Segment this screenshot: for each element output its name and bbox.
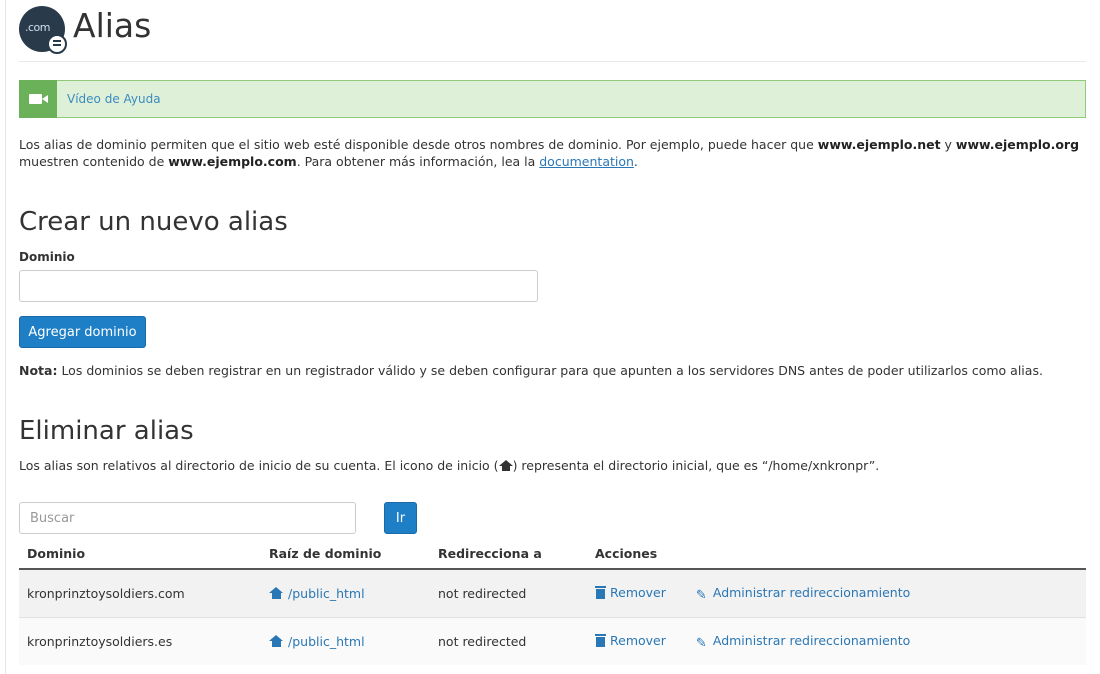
page-header: .com Alias	[19, 0, 1086, 62]
delete-desc-text: Los alias son relativos al directorio de…	[19, 458, 499, 473]
domain-input[interactable]	[19, 270, 538, 302]
example-org: www.ejemplo.org	[955, 137, 1080, 152]
note-label: Nota:	[19, 363, 58, 378]
help-video-bar: Vídeo de Ayuda	[19, 80, 1086, 118]
root-cell: /public_html	[261, 569, 430, 617]
table-header-row: Dominio Raíz de dominio Redirecciona a A…	[19, 538, 1086, 570]
delete-description: Los alias son relativos al directorio de…	[19, 458, 879, 473]
column-header-domain[interactable]: Dominio	[19, 538, 261, 570]
page-title: Alias	[73, 6, 152, 45]
list-badge-icon	[47, 34, 67, 54]
remove-label: Remover	[610, 584, 666, 600]
video-camera-icon	[19, 80, 57, 118]
redirect-cell: not redirected	[430, 616, 587, 665]
delete-desc-text: ) representa el directorio inicial, que …	[512, 458, 880, 473]
column-header-root[interactable]: Raíz de dominio	[261, 538, 430, 570]
remove-label: Remover	[610, 632, 666, 648]
manage-redirect-label: Administrar redireccionamiento	[712, 584, 911, 600]
intro-text: Los alias de dominio permiten que el sit…	[19, 137, 818, 152]
dns-note: Nota: Los dominios se deben registrar en…	[19, 363, 1043, 378]
remove-button[interactable]: Remover	[595, 585, 666, 600]
root-link[interactable]: /public_html	[269, 586, 365, 601]
root-path: /public_html	[288, 585, 365, 601]
intro-text: . Para obtener más información, lea la	[296, 154, 540, 169]
manage-redirect-label: Administrar redireccionamiento	[712, 632, 911, 648]
column-header-actions: Acciones	[587, 538, 1086, 570]
delete-alias-heading: Eliminar alias	[19, 416, 194, 446]
intro-text: muestren contenido de	[19, 154, 169, 169]
remove-button[interactable]: Remover	[595, 633, 666, 648]
domain-field-label: Dominio	[19, 250, 75, 264]
column-header-redirect[interactable]: Redirecciona a	[430, 538, 587, 570]
example-net: www.ejemplo.net	[817, 137, 941, 152]
home-icon	[269, 634, 284, 647]
home-icon	[498, 460, 513, 471]
root-path: /public_html	[288, 633, 365, 649]
note-text: Los dominios se deben registrar en un re…	[57, 363, 1043, 378]
help-video-link[interactable]: Vídeo de Ayuda	[67, 92, 161, 106]
manage-redirect-button[interactable]: ✎ Administrar redireccionamiento	[695, 632, 911, 651]
domain-cell: kronprinztoysoldiers.com	[19, 569, 261, 617]
manage-redirect-button[interactable]: ✎ Administrar redireccionamiento	[695, 584, 911, 603]
redirect-cell: not redirected	[430, 569, 587, 617]
root-cell: /public_html	[261, 616, 430, 665]
alias-table: Dominio Raíz de dominio Redirecciona a A…	[19, 538, 1086, 665]
table-row: kronprinztoysoldiers.es /public_html not…	[19, 616, 1086, 665]
add-domain-button[interactable]: Agregar dominio	[19, 316, 146, 348]
page-content: .com Alias Vídeo de Ayuda Los alias de d…	[19, 0, 1086, 665]
search-input[interactable]	[19, 502, 356, 534]
example-com: www.ejemplo.com	[168, 154, 297, 169]
root-link[interactable]: /public_html	[269, 634, 365, 649]
intro-text: .	[633, 154, 638, 169]
create-alias-heading: Crear un nuevo alias	[19, 207, 288, 237]
pencil-icon: ✎	[695, 587, 707, 603]
actions-cell: Remover ✎ Administrar redireccionamiento	[587, 616, 1086, 665]
intro-paragraph: Los alias de dominio permiten que el sit…	[19, 136, 1086, 170]
search-go-button[interactable]: Ir	[384, 502, 417, 534]
table-row: kronprinztoysoldiers.com /public_html no…	[19, 569, 1086, 617]
domain-logo-icon: .com	[19, 6, 67, 54]
page-left-border	[5, 0, 6, 674]
actions-cell: Remover ✎ Administrar redireccionamiento	[587, 569, 1086, 617]
trash-icon	[595, 585, 606, 599]
logo-text: .com	[25, 21, 51, 34]
domain-cell: kronprinztoysoldiers.es	[19, 616, 261, 665]
trash-icon	[595, 633, 606, 647]
pencil-icon: ✎	[695, 635, 707, 651]
home-icon	[269, 586, 284, 599]
documentation-link[interactable]: documentation	[539, 154, 634, 169]
intro-text: y	[940, 137, 956, 152]
